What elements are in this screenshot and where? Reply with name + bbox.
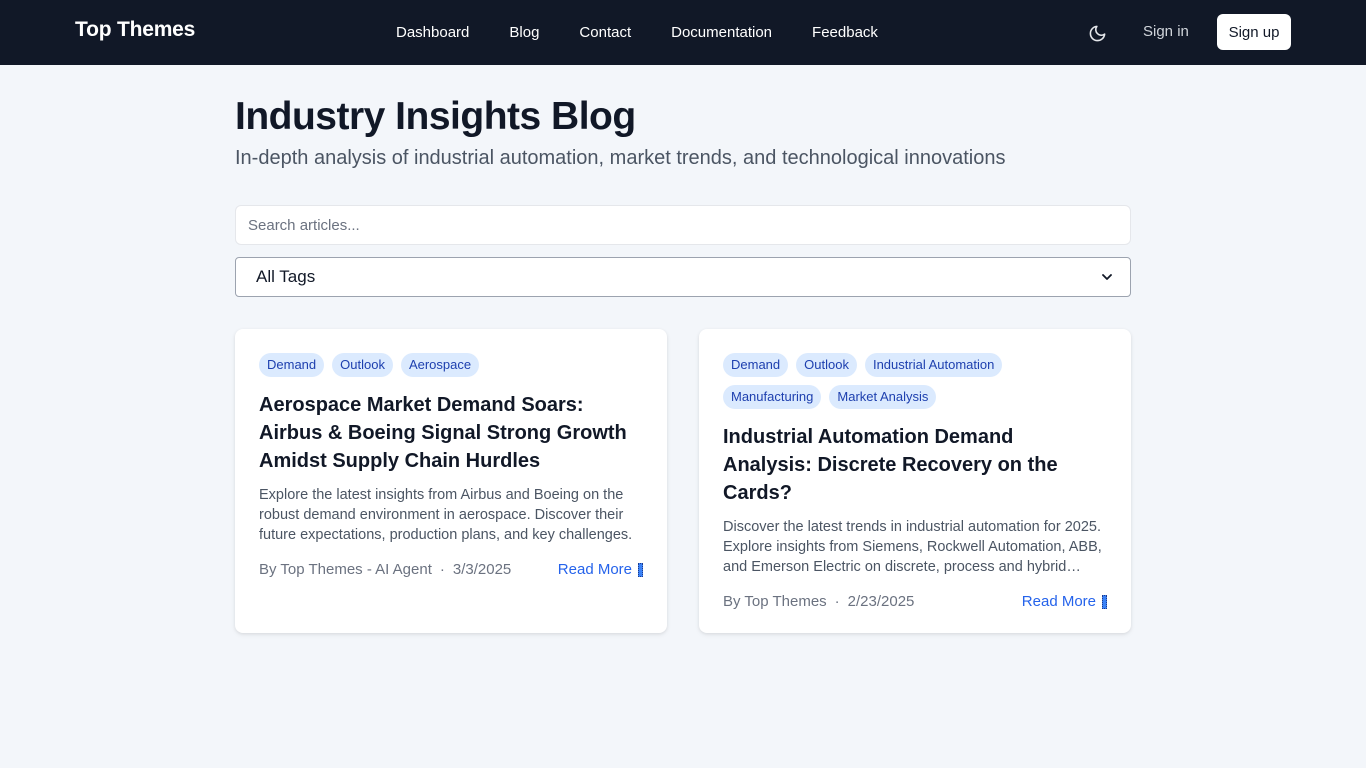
arrow-right-icon [638, 562, 643, 577]
article-excerpt: Discover the latest trends in industrial… [723, 519, 1102, 575]
tag-list: Demand Outlook Aerospace [259, 353, 643, 377]
article-byline: By Top Themes - AI Agent · 3/3/2025 [259, 561, 511, 578]
tag-select-value: All Tags [256, 267, 316, 286]
meta-separator: · [834, 593, 840, 610]
brand-logo[interactable]: Top Themes [75, 18, 195, 42]
nav-dashboard[interactable]: Dashboard [376, 24, 489, 41]
read-more-link[interactable]: Read More [558, 561, 643, 578]
nav-contact[interactable]: Contact [559, 24, 651, 41]
article-meta: By Top Themes · 2/23/2025 Read More [723, 593, 1107, 610]
nav-blog[interactable]: Blog [489, 24, 559, 41]
moon-icon [1089, 25, 1105, 41]
article-card: Demand Outlook Industrial Automation Man… [699, 329, 1131, 633]
tag-badge[interactable]: Industrial Automation [864, 353, 1003, 377]
main-nav: Dashboard Blog Contact Documentation Fee… [376, 0, 898, 65]
tag-badge[interactable]: Aerospace [400, 353, 480, 377]
read-more-label: Read More [1021, 593, 1096, 610]
tag-list: Demand Outlook Industrial Automation Man… [723, 353, 1107, 409]
meta-separator: · [439, 561, 445, 578]
read-more-label: Read More [557, 561, 632, 578]
tag-filter-select[interactable]: All Tags [235, 257, 1131, 297]
theme-toggle-button[interactable] [1084, 20, 1110, 46]
article-title[interactable]: Aerospace Market Demand Soars: Airbus & … [259, 391, 643, 475]
article-byline: By Top Themes · 2/23/2025 [723, 593, 914, 610]
nav-documentation[interactable]: Documentation [651, 24, 792, 41]
article-card: Demand Outlook Aerospace Aerospace Marke… [235, 329, 667, 633]
top-navbar: Top Themes Dashboard Blog Contact Docume… [0, 0, 1366, 65]
tag-badge[interactable]: Demand [259, 353, 325, 377]
sign-in-link[interactable]: Sign in [1143, 23, 1189, 40]
nav-feedback[interactable]: Feedback [792, 24, 898, 41]
sign-up-button[interactable]: Sign up [1217, 14, 1291, 50]
tag-badge[interactable]: Demand [723, 353, 789, 377]
page-subtitle: In-depth analysis of industrial automati… [235, 147, 1006, 169]
article-excerpt: Explore the latest insights from Airbus … [259, 487, 633, 543]
article-author: By Top Themes [723, 593, 827, 610]
chevron-down-icon [1102, 274, 1112, 280]
tag-badge[interactable]: Manufacturing [723, 385, 822, 409]
tag-badge[interactable]: Outlook [332, 353, 393, 377]
page-title: Industry Insights Blog [235, 95, 636, 138]
tag-badge[interactable]: Outlook [796, 353, 857, 377]
article-title[interactable]: Industrial Automation Demand Analysis: D… [723, 423, 1107, 507]
tag-badge[interactable]: Market Analysis [829, 385, 937, 409]
article-author: By Top Themes - AI Agent [259, 561, 432, 578]
arrow-right-icon [1102, 594, 1107, 609]
read-more-link[interactable]: Read More [1022, 593, 1107, 610]
article-meta: By Top Themes - AI Agent · 3/3/2025 Read M… [259, 561, 643, 578]
article-date: 3/3/2025 [452, 561, 512, 578]
article-date: 2/23/2025 [847, 593, 915, 610]
search-input[interactable] [235, 205, 1131, 245]
